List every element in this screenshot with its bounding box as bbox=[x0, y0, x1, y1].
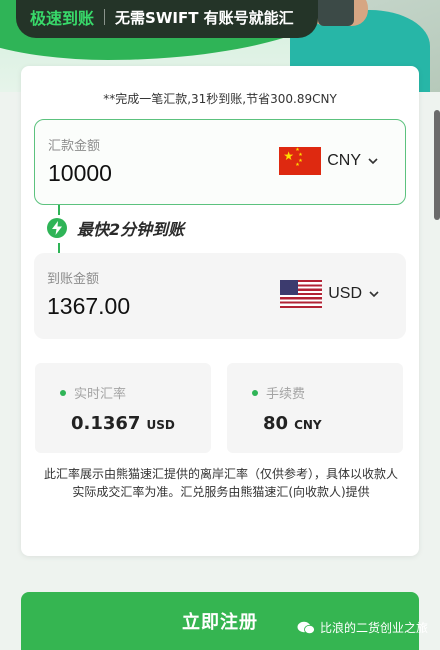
send-currency-select[interactable]: ★ ★ ★ ★ ★ CNY bbox=[279, 146, 379, 176]
lightning-icon bbox=[47, 218, 67, 238]
banner-highlight: 极速到账 bbox=[30, 9, 95, 28]
receive-currency-code: USD bbox=[328, 285, 362, 302]
exchange-rate-value: 0.1367 USD bbox=[71, 413, 175, 434]
send-amount-field[interactable]: 汇款金额 ★ ★ ★ ★ ★ CNY bbox=[34, 119, 406, 205]
receive-amount-field[interactable]: 到账金额 USD bbox=[34, 253, 406, 339]
exchange-rate-label: 实时汇率 bbox=[60, 383, 126, 402]
banner-tagline: 极速到账 无需SWIFT 有账号就能汇 bbox=[16, 0, 318, 38]
chevron-down-icon bbox=[369, 291, 379, 298]
fee-unit: CNY bbox=[294, 418, 322, 432]
rate-disclaimer: 此汇率展示由熊猫速汇提供的离岸汇率（仅供参考），具体以收款人实际成交汇率为准。汇… bbox=[43, 467, 398, 499]
delivery-speed: 最快2分钟到账 bbox=[47, 211, 184, 245]
banner-divider bbox=[104, 9, 106, 25]
scrollbar[interactable] bbox=[434, 110, 440, 220]
receive-amount-input[interactable] bbox=[47, 293, 247, 320]
fee-number: 80 bbox=[263, 413, 289, 434]
send-amount-label: 汇款金额 bbox=[48, 139, 101, 154]
send-amount-input[interactable] bbox=[48, 160, 248, 187]
fee-label-text: 手续费 bbox=[266, 387, 306, 402]
us-flag-icon bbox=[280, 280, 323, 308]
wechat-icon bbox=[297, 621, 315, 634]
fee-value: 80 CNY bbox=[263, 413, 322, 434]
exchange-rate-unit: USD bbox=[146, 418, 175, 432]
delivery-speed-text: 最快2分钟到账 bbox=[77, 220, 185, 239]
exchange-rate-label-text: 实时汇率 bbox=[74, 387, 127, 402]
banner-photo-phone bbox=[318, 0, 354, 26]
receive-currency-select[interactable]: USD bbox=[280, 279, 380, 309]
exchange-rate-box: 实时汇率 0.1367 USD bbox=[35, 363, 211, 453]
bullet-dot bbox=[252, 389, 258, 396]
calculator-card: **完成一笔汇款,31秒到账,节省300.89CNY 汇款金额 ★ ★ ★ ★ … bbox=[21, 66, 419, 556]
china-flag-icon: ★ ★ ★ ★ ★ bbox=[279, 147, 322, 175]
send-currency-code: CNY bbox=[327, 152, 361, 169]
promo-text: **完成一笔汇款,31秒到账,节省300.89CNY bbox=[103, 92, 337, 106]
watermark-text: 比浪的二货创业之旅 bbox=[319, 621, 428, 635]
fee-box: 手续费 80 CNY bbox=[227, 363, 403, 453]
receive-amount-label: 到账金额 bbox=[47, 272, 100, 287]
banner-subtitle: 无需SWIFT 有账号就能汇 bbox=[115, 8, 294, 27]
exchange-rate-number: 0.1367 bbox=[71, 413, 141, 434]
fee-label: 手续费 bbox=[252, 383, 305, 402]
account-watermark: 比浪的二货创业之旅 bbox=[297, 619, 428, 636]
bullet-dot bbox=[60, 389, 66, 396]
chevron-down-icon bbox=[368, 158, 378, 165]
